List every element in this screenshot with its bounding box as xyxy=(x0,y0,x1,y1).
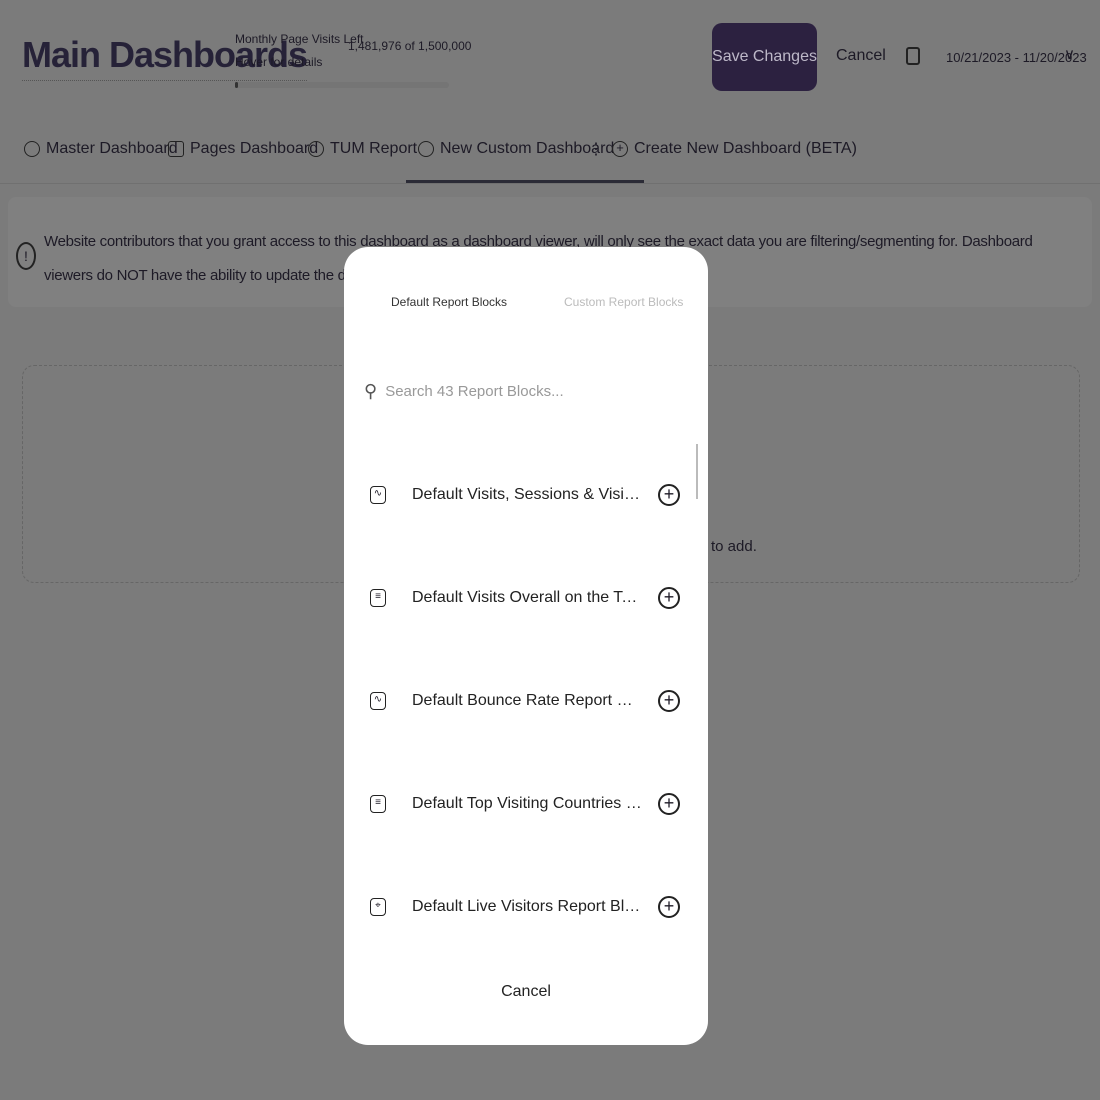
add-report-block-modal: Default Report Blocks Custom Report Bloc… xyxy=(344,247,708,1045)
search-icon: ⚲ xyxy=(364,381,378,401)
pages-icon xyxy=(168,141,184,157)
report-block-item[interactable]: ∿ Default Visits, Sessions & Visitors Rep… xyxy=(370,480,690,510)
add-circle-icon[interactable]: + xyxy=(658,484,680,506)
pie-chart-icon xyxy=(308,141,324,157)
dashboard-tabs: Master Dashboard Pages Dashboard TUM Rep… xyxy=(0,128,1100,184)
tab-create-new-dashboard[interactable]: + Create New Dashboard (BETA) xyxy=(612,138,857,160)
tab-default-report-blocks[interactable]: Default Report Blocks xyxy=(391,295,507,309)
plus-circle-icon: + xyxy=(612,141,628,157)
table-icon: ≡ xyxy=(370,795,386,813)
search-bar: ⚲ xyxy=(364,381,666,402)
map-pin-icon: ⌖ xyxy=(370,898,386,916)
report-block-item[interactable]: ≡ Default Top Visiting Countries Report B… xyxy=(370,789,690,819)
cancel-button[interactable]: Cancel xyxy=(836,47,886,65)
alert-icon: ! xyxy=(16,242,36,270)
visits-label: Monthly Page Visits Left xyxy=(235,32,364,46)
tab-label: Pages Dashboard xyxy=(190,140,319,157)
visits-info[interactable]: Monthly Page Visits Left Hover for detai… xyxy=(235,28,364,74)
line-chart-icon: ∿ xyxy=(370,486,386,504)
more-options-icon[interactable]: ⋮ xyxy=(588,138,604,160)
visits-progress-fill xyxy=(235,82,238,88)
search-input[interactable] xyxy=(385,383,666,400)
tab-label: Create New Dashboard (BETA) xyxy=(634,140,857,157)
tab-label: TUM Report xyxy=(330,140,418,157)
report-block-item[interactable]: ∿ Default Bounce Rate Report Block + xyxy=(370,686,690,716)
add-circle-icon[interactable]: + xyxy=(658,690,680,712)
tab-new-custom-dashboard[interactable]: New Custom Dashboard xyxy=(405,138,645,183)
modal-cancel-button[interactable]: Cancel xyxy=(344,983,708,1001)
report-block-label: Default Visits, Sessions & Visitors Repo… xyxy=(412,486,642,503)
visits-progress-bar xyxy=(235,82,449,88)
save-changes-button[interactable]: Save Changes xyxy=(712,23,817,91)
report-block-label: Default Top Visiting Countries Report Bl… xyxy=(412,795,642,812)
calendar-icon[interactable] xyxy=(906,47,920,65)
tab-custom-report-blocks[interactable]: Custom Report Blocks xyxy=(564,295,683,309)
table-icon: ≡ xyxy=(370,589,386,607)
hover-hint: Hover for details xyxy=(235,55,323,69)
report-block-label: Default Bounce Rate Report Block xyxy=(412,692,642,709)
drop-zone-text: to add. xyxy=(711,538,757,555)
visits-count: 1,481,976 of 1,500,000 xyxy=(348,39,472,53)
report-block-label: Default Visits Overall on the Top 6 Page… xyxy=(412,589,642,606)
pie-chart-icon xyxy=(418,141,434,157)
tab-tum-report[interactable]: TUM Report xyxy=(308,138,417,160)
report-block-label: Default Live Visitors Report Block xyxy=(412,898,642,915)
add-circle-icon[interactable]: + xyxy=(658,793,680,815)
tab-pages-dashboard[interactable]: Pages Dashboard xyxy=(168,138,318,160)
add-circle-icon[interactable]: + xyxy=(658,587,680,609)
gauge-icon xyxy=(24,141,40,157)
tab-label: Master Dashboard xyxy=(46,140,178,157)
scrollbar[interactable] xyxy=(696,444,698,499)
chevron-down-icon[interactable]: ∨ xyxy=(1064,45,1075,63)
tab-master-dashboard[interactable]: Master Dashboard xyxy=(24,138,178,160)
add-circle-icon[interactable]: + xyxy=(658,896,680,918)
report-block-item[interactable]: ⌖ Default Live Visitors Report Block + xyxy=(370,892,690,922)
report-block-item[interactable]: ≡ Default Visits Overall on the Top 6 Pag… xyxy=(370,583,690,613)
line-chart-icon: ∿ xyxy=(370,692,386,710)
